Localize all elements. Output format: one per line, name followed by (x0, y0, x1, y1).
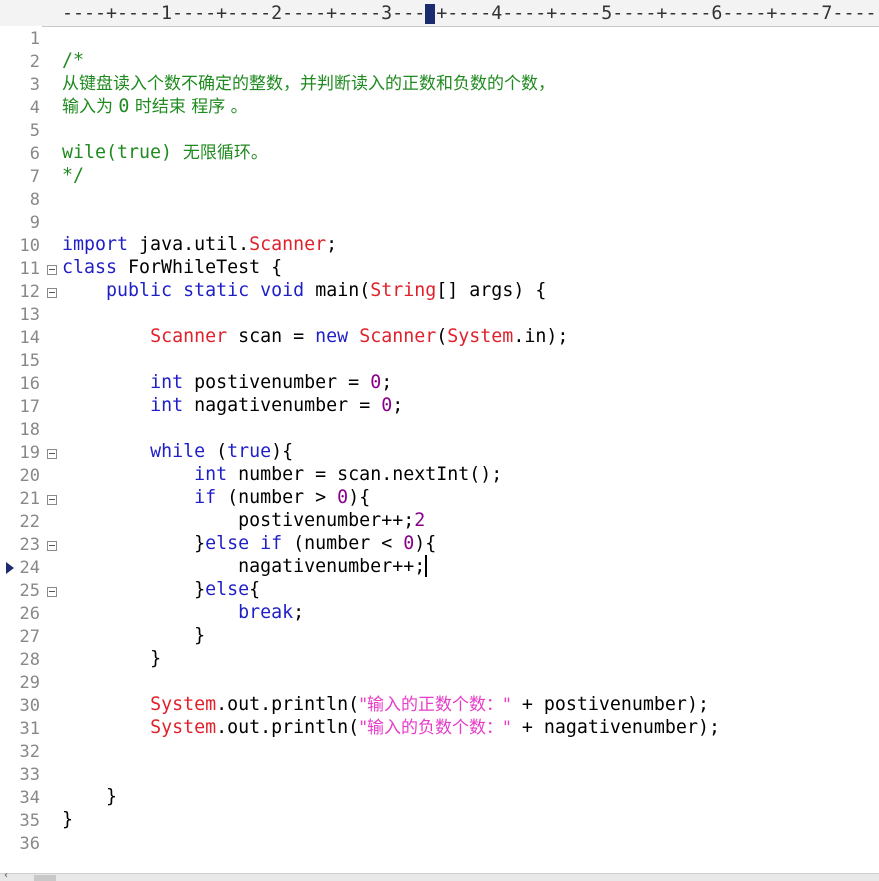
line-number: 12 (19, 282, 40, 302)
code-line-11: class ForWhileTest { (62, 257, 283, 278)
code-line-19: while (true){ (150, 441, 294, 462)
code-line-2: /* (62, 50, 85, 71)
code-line-26: break; (238, 602, 305, 623)
line-number: 31 (19, 719, 40, 739)
fold-collapse-icon[interactable] (47, 541, 57, 551)
line-number: 3 (29, 75, 40, 95)
ruler-text: ----+----1----+----2----+----3----+----4… (62, 3, 877, 24)
line-number: 33 (19, 765, 40, 785)
fold-collapse-icon[interactable] (47, 449, 57, 459)
line-number: 15 (19, 351, 40, 371)
line-number: 6 (29, 144, 40, 164)
line-number: 29 (19, 673, 40, 693)
code-line-24: nagativenumber++; (238, 555, 428, 577)
code-editor[interactable]: ----+----1----+----2----+----3----+----4… (0, 0, 879, 881)
line-number: 13 (19, 305, 40, 325)
text-cursor (425, 555, 428, 577)
code-line-3: 从键盘读入个数不确定的整数，并判断读入的正数和负数的个数， (62, 74, 555, 94)
line-number: 11 (19, 259, 40, 279)
code-line-31: System.out.println("输入的负数个数：" + nagative… (150, 717, 720, 738)
fold-collapse-icon[interactable] (47, 495, 57, 505)
line-number: 20 (19, 466, 40, 486)
code-line-27: } (194, 625, 206, 646)
code-line-34: } (106, 786, 118, 807)
scroll-left-arrow-icon[interactable]: ‹ (4, 870, 8, 881)
line-number: 34 (19, 788, 40, 808)
line-number: 8 (29, 190, 40, 210)
code-area[interactable]: /* 从键盘读入个数不确定的整数，并判断读入的正数和负数的个数， 输入为 0 时… (62, 26, 879, 874)
line-number: 17 (19, 397, 40, 417)
code-line-7: */ (62, 165, 85, 186)
line-number: 16 (19, 374, 40, 394)
line-number: 19 (19, 443, 40, 463)
line-number: 1 (29, 29, 40, 49)
line-number: 2 (29, 52, 40, 72)
line-number: 23 (19, 535, 40, 555)
line-number: 18 (19, 420, 40, 440)
ruler-caret-marker (425, 4, 435, 24)
line-number: 35 (19, 811, 40, 831)
code-line-17: int nagativenumber = 0; (150, 395, 404, 416)
code-line-23: }else if (number < 0){ (194, 533, 437, 554)
line-number: 14 (19, 328, 40, 348)
fold-collapse-icon[interactable] (47, 265, 57, 275)
current-line-marker-icon (6, 562, 14, 574)
code-line-20: int number = scan.nextInt(); (194, 464, 503, 485)
code-line-25: }else{ (194, 579, 261, 600)
line-number: 27 (19, 627, 40, 647)
line-number: 26 (19, 604, 40, 624)
code-line-6: wile(true) 无限循环。 (62, 142, 268, 163)
scrollbar-thumb[interactable] (34, 875, 56, 881)
code-line-28: } (150, 648, 162, 669)
code-line-30: System.out.println("输入的正数个数：" + postiven… (150, 694, 709, 715)
line-number: 32 (19, 742, 40, 762)
code-line-12: public static void main(String[] args) { (106, 280, 547, 301)
fold-collapse-icon[interactable] (47, 587, 57, 597)
line-number: 25 (19, 581, 40, 601)
code-line-4: 输入为 0 时结束 程序 。 (62, 96, 248, 117)
line-number: 21 (19, 489, 40, 509)
line-number: 36 (19, 834, 40, 854)
code-line-35: } (62, 809, 74, 830)
line-number: 28 (19, 650, 40, 670)
line-number: 5 (29, 121, 40, 141)
line-number: 4 (29, 98, 40, 118)
code-line-22: postivenumber++;2 (238, 510, 426, 531)
column-ruler: ----+----1----+----2----+----3----+----4… (0, 0, 879, 27)
line-number-gutter: 1 2 3 4 5 6 7 8 9 10 11 12 13 14 15 16 17 18 19 20 21 22 23 24 2… (0, 26, 57, 874)
line-number: 7 (29, 167, 40, 187)
line-number: 10 (19, 236, 40, 256)
line-number: 30 (19, 696, 40, 716)
line-number: 22 (19, 512, 40, 532)
code-line-16: int postivenumber = 0; (150, 372, 393, 393)
code-line-14: Scanner scan = new Scanner(System.in); (150, 326, 569, 347)
code-line-10: import java.util.Scanner; (62, 234, 338, 255)
code-line-21: if (number > 0){ (194, 487, 371, 508)
fold-collapse-icon[interactable] (47, 288, 57, 298)
line-number: 9 (29, 213, 40, 233)
